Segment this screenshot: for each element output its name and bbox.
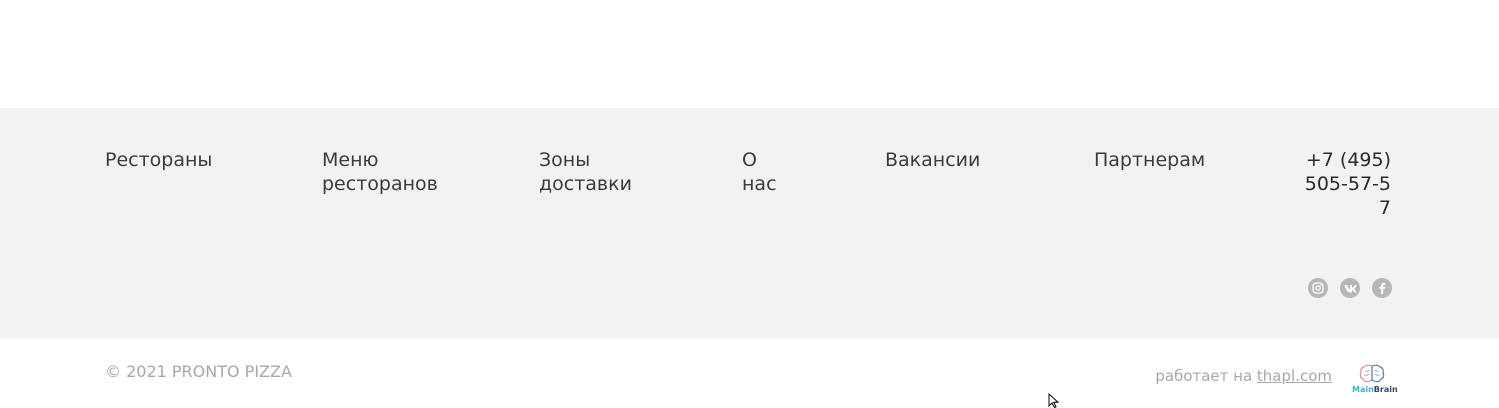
- footer-link-menu[interactable]: Меню ресторанов: [322, 148, 462, 196]
- footer-link-partners[interactable]: Партнерам: [1094, 148, 1205, 172]
- phone-number[interactable]: +7 (495) 505-57-57: [1301, 148, 1391, 220]
- vk-icon[interactable]: [1340, 278, 1360, 298]
- page-content-blank: [0, 0, 1499, 108]
- footer-link-delivery-zones[interactable]: Зоны доставки: [539, 148, 659, 196]
- footer-link-about[interactable]: О нас: [742, 148, 792, 196]
- brand-rest-text: Brain: [1373, 385, 1398, 394]
- brand-wordmark: MainBrain: [1352, 385, 1398, 394]
- instagram-icon[interactable]: [1308, 278, 1328, 298]
- footer-link-vacancies[interactable]: Вакансии: [885, 148, 980, 172]
- copyright-text: © 2021 PRONTO PIZZA: [105, 362, 292, 381]
- brain-icon: [1359, 364, 1385, 383]
- thapl-link[interactable]: thapl.com: [1257, 367, 1332, 385]
- powered-by: работает на thapl.com: [1155, 367, 1332, 385]
- footer-link-restaurants[interactable]: Рестораны: [105, 148, 212, 172]
- brand-main-text: Main: [1352, 385, 1374, 394]
- facebook-icon[interactable]: [1372, 278, 1392, 298]
- mainbrain-logo[interactable]: MainBrain: [1352, 363, 1398, 395]
- social-links: [1308, 278, 1392, 298]
- footer-bottom-bar: © 2021 PRONTO PIZZA работает на thapl.co…: [0, 339, 1499, 408]
- mouse-cursor-icon: [1048, 393, 1060, 408]
- footer: Рестораны Меню ресторанов Зоны доставки …: [0, 108, 1499, 339]
- powered-by-prefix: работает на: [1155, 367, 1253, 385]
